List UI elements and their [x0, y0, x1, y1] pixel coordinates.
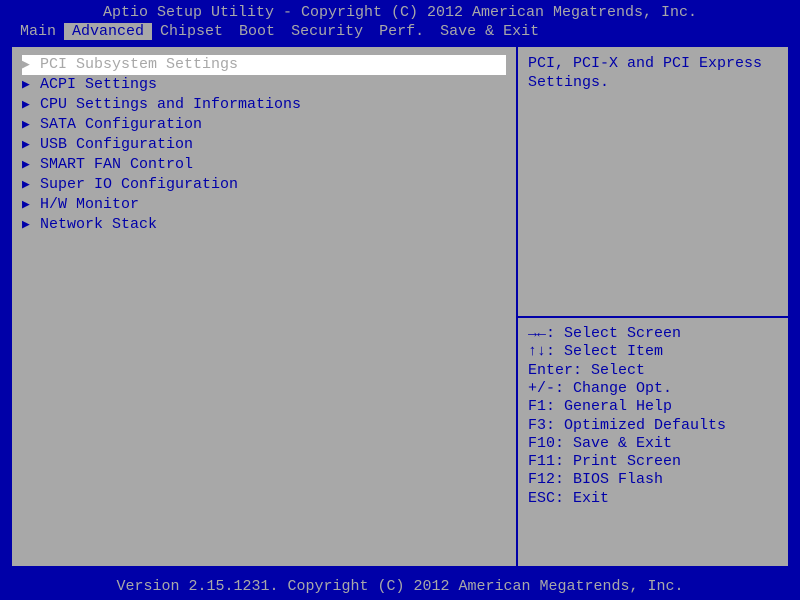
key-hint: ESC: Exit — [528, 490, 778, 508]
tab-advanced[interactable]: Advanced — [64, 23, 152, 40]
menu-item-label: SMART FAN Control — [40, 156, 193, 174]
tab-security[interactable]: Security — [283, 23, 371, 40]
help-divider — [518, 316, 788, 318]
menu-item-usb[interactable]: ▶ USB Configuration — [22, 135, 506, 155]
menu-item-label: SATA Configuration — [40, 116, 202, 134]
menu-item-smartfan[interactable]: ▶ SMART FAN Control — [22, 155, 506, 175]
menu-item-label: ACPI Settings — [40, 76, 157, 94]
submenu-arrow-icon: ▶ — [22, 177, 32, 193]
key-hint: F12: BIOS Flash — [528, 471, 778, 489]
menu-item-label: USB Configuration — [40, 136, 193, 154]
title-bar: Aptio Setup Utility - Copyright (C) 2012… — [0, 0, 800, 23]
key-hint: ↑↓: Select Item — [528, 343, 778, 361]
submenu-arrow-icon: ▶ — [22, 117, 32, 133]
key-hint: +/-: Change Opt. — [528, 380, 778, 398]
menu-item-label: H/W Monitor — [40, 196, 139, 214]
tab-perf[interactable]: Perf. — [371, 23, 432, 40]
key-hint: F3: Optimized Defaults — [528, 417, 778, 435]
menu-item-label: Network Stack — [40, 216, 157, 234]
key-hint: Enter: Select — [528, 362, 778, 380]
menu-item-label: Super IO Configuration — [40, 176, 238, 194]
key-hint: →←: Select Screen — [528, 325, 778, 343]
tab-saveexit[interactable]: Save & Exit — [432, 23, 547, 40]
submenu-arrow-icon: ▶ — [22, 197, 32, 213]
content-panel: ▶ PCI Subsystem Settings ▶ ACPI Settings ▶ CP… — [10, 44, 790, 569]
tab-boot[interactable]: Boot — [231, 23, 283, 40]
key-hint: F10: Save & Exit — [528, 435, 778, 453]
help-text: PCI, PCI-X and PCI Express Settings. — [528, 55, 778, 93]
menu-item-pci[interactable]: ▶ PCI Subsystem Settings — [22, 55, 506, 75]
tab-bar: MainAdvancedChipsetBootSecurityPerf.Save… — [0, 23, 800, 44]
key-hint: F1: General Help — [528, 398, 778, 416]
menu-item-label: PCI Subsystem Settings — [40, 56, 238, 74]
menu-item-hwmon[interactable]: ▶ H/W Monitor — [22, 195, 506, 215]
key-hint: F11: Print Screen — [528, 453, 778, 471]
submenu-arrow-icon: ▶ — [22, 137, 32, 153]
submenu-arrow-icon: ▶ — [22, 57, 32, 73]
menu-item-label: CPU Settings and Informations — [40, 96, 301, 114]
help-panel: PCI, PCI-X and PCI Express Settings. →←:… — [518, 47, 788, 566]
footer-bar: Version 2.15.1231. Copyright (C) 2012 Am… — [0, 575, 800, 600]
submenu-arrow-icon: ▶ — [22, 97, 32, 113]
menu-item-netstack[interactable]: ▶ Network Stack — [22, 215, 506, 235]
submenu-arrow-icon: ▶ — [22, 157, 32, 173]
menu-item-superio[interactable]: ▶ Super IO Configuration — [22, 175, 506, 195]
menu-item-acpi[interactable]: ▶ ACPI Settings — [22, 75, 506, 95]
submenu-arrow-icon: ▶ — [22, 77, 32, 93]
key-legend: →←: Select Screen↑↓: Select ItemEnter: S… — [528, 325, 778, 508]
menu-panel: ▶ PCI Subsystem Settings ▶ ACPI Settings ▶ CP… — [12, 47, 518, 566]
menu-item-sata[interactable]: ▶ SATA Configuration — [22, 115, 506, 135]
menu-item-cpu[interactable]: ▶ CPU Settings and Informations — [22, 95, 506, 115]
tab-main[interactable]: Main — [12, 23, 64, 40]
tab-chipset[interactable]: Chipset — [152, 23, 231, 40]
submenu-arrow-icon: ▶ — [22, 217, 32, 233]
